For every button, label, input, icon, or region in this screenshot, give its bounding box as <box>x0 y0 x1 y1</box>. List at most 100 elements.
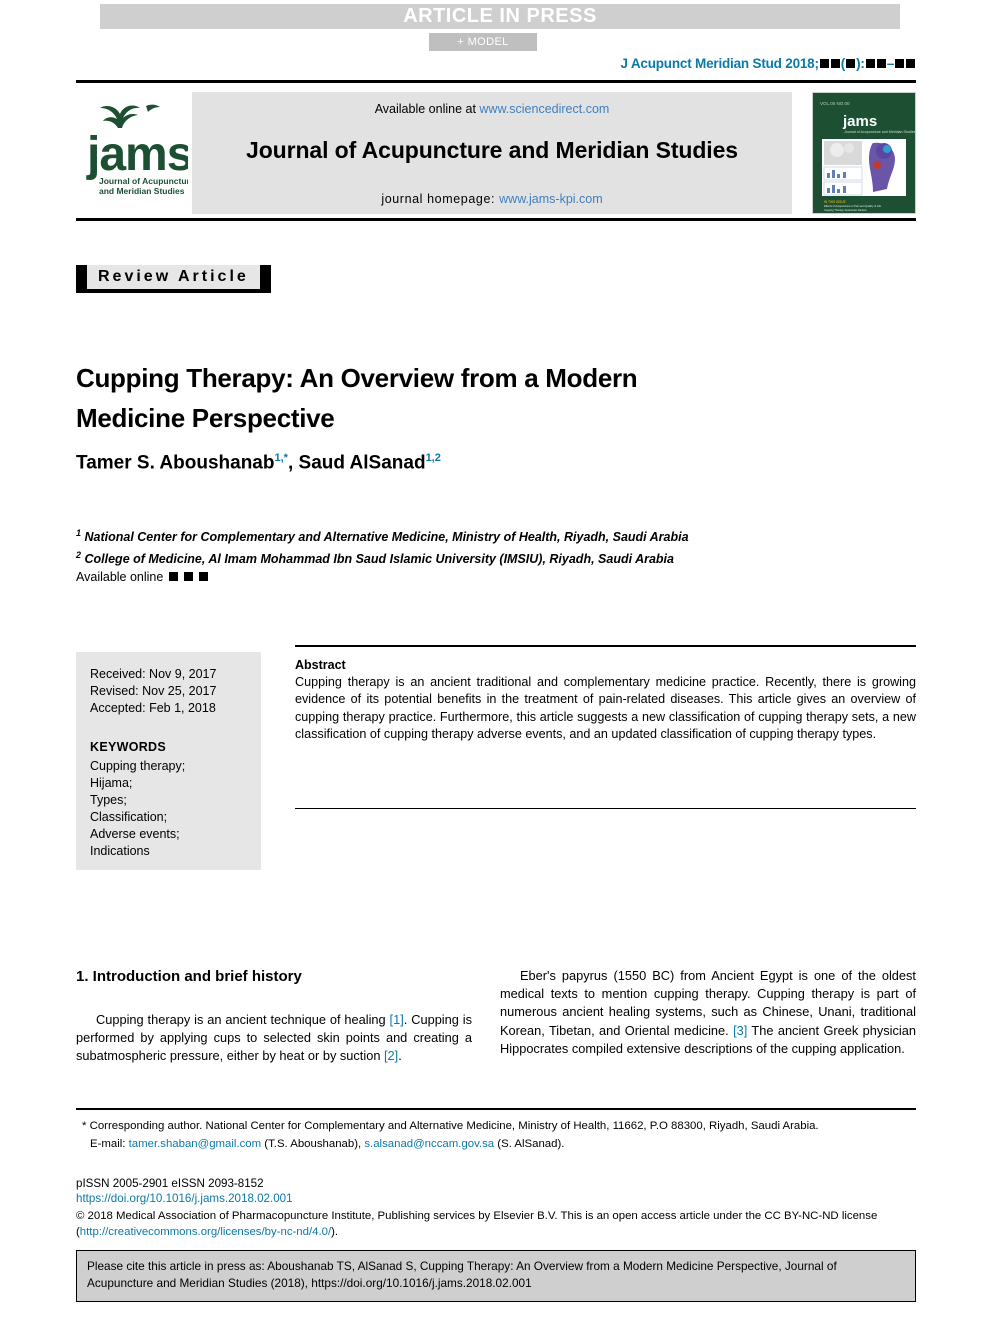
svg-text:Cupping Therapy Systematic Rev: Cupping Therapy Systematic Review <box>824 208 867 212</box>
keyword-item: Cupping therapy; <box>90 759 186 773</box>
citation-notice-text: Please cite this article in press as: Ab… <box>87 1259 837 1290</box>
page-title: Cupping Therapy: An Overview from a Mode… <box>76 363 638 433</box>
author-affiliation-marker-1: 1,* <box>274 452 288 464</box>
model-badge-label: + MODEL <box>457 36 509 48</box>
article-meta-sidebar: Received: Nov 9, 2017 Revised: Nov 25, 2… <box>76 652 261 870</box>
citation-ref-1[interactable]: [1] <box>390 1012 404 1027</box>
corresponding-author-note: * Corresponding author. National Center … <box>76 1118 916 1134</box>
intro-paragraph-left: Cupping therapy is an ancient technique … <box>76 1011 472 1066</box>
affiliation-text-1: National Center for Complementary and Al… <box>84 530 689 545</box>
email-label: E-mail: <box>90 1138 126 1151</box>
intro-paragraph-right: Eber's papyrus (1550 BC) from Ancient Eg… <box>500 967 916 1058</box>
corresponding-author-text: Corresponding author. National Center fo… <box>89 1120 819 1132</box>
svg-text:Journal of Acupuncture and Mer: Journal of Acupuncture and Meridian Stud… <box>844 130 915 134</box>
sciencedirect-link[interactable]: www.sciencedirect.com <box>479 102 609 116</box>
date-accepted: Accepted: Feb 1, 2018 <box>90 701 216 715</box>
svg-text:and Meridian Studies: and Meridian Studies <box>99 186 185 196</box>
footnote-block: * Corresponding author. National Center … <box>76 1118 916 1153</box>
svg-text:Journal of Acupuncture: Journal of Acupuncture <box>99 176 188 186</box>
intro-text-part-1: Cupping therapy is an ancient technique … <box>96 1012 390 1027</box>
svg-text:IN THIS ISSUE: IN THIS ISSUE <box>824 200 846 204</box>
copyright-text-part-2: ). <box>331 1226 339 1239</box>
svg-text:jams: jams <box>86 128 188 181</box>
keyword-item: Types; <box>90 793 127 807</box>
date-revised: Revised: Nov 25, 2017 <box>90 684 217 698</box>
masthead-bottom-rule <box>76 218 916 221</box>
abstract-heading: Abstract <box>295 658 346 672</box>
keywords-heading: KEYWORDS <box>90 740 167 754</box>
available-online-line: Available online at www.sciencedirect.co… <box>192 92 792 116</box>
journal-citation-line: J Acupunct Meridian Stud 2018;(): – <box>621 56 917 71</box>
email-owner-1: (T.S. Aboushanab), <box>264 1138 362 1151</box>
jams-logo: jams Journal of Acupuncture and Meridian… <box>76 92 188 214</box>
email-note: E-mail: tamer.shaban@gmail.com (T.S. Abo… <box>76 1136 916 1152</box>
journal-banner: Available online at www.sciencedirect.co… <box>192 92 792 214</box>
volume-placeholder-1 <box>819 59 829 68</box>
available-online-date-label: Available online <box>76 570 164 585</box>
email-owner-2: (S. AlSanad). <box>497 1138 565 1151</box>
submission-dates: Received: Nov 9, 2017 Revised: Nov 25, 2… <box>90 666 261 717</box>
article-in-press-banner: ARTICLE IN PRESS <box>100 4 900 29</box>
masthead-top-rule <box>76 80 916 83</box>
journal-homepage-line: journal homepage: www.jams-kpi.com <box>192 192 792 206</box>
abstract-bottom-rule <box>295 808 916 809</box>
body-column-right: Eber's papyrus (1550 BC) from Ancient Eg… <box>500 967 916 1058</box>
copyright-notice: © 2018 Medical Association of Pharmacopu… <box>76 1208 916 1241</box>
svg-text:Effects of Acupuncture on Pain: Effects of Acupuncture on Pain and Quali… <box>824 204 882 208</box>
email-link-2[interactable]: s.alsanad@nccam.gov.sa <box>364 1138 494 1150</box>
page-placeholder-3 <box>895 59 904 68</box>
date-received: Received: Nov 9, 2017 <box>90 667 217 681</box>
affiliation-marker-2: 2 <box>76 549 82 560</box>
date-placeholder-3 <box>198 572 208 582</box>
doi-link[interactable]: https://doi.org/10.1016/j.jams.2018.02.0… <box>76 1192 293 1205</box>
keyword-item: Hijama; <box>90 776 133 790</box>
svg-text:VOL.00 NO.00: VOL.00 NO.00 <box>820 101 850 106</box>
author-list: Tamer S. Aboushanab1,*, Saud AlSanad1,2 <box>76 452 441 474</box>
affiliation-text-2: College of Medicine, Al Imam Mohammad Ib… <box>84 551 674 566</box>
journal-homepage-link[interactable]: www.jams-kpi.com <box>499 192 603 206</box>
footer-rule <box>76 1108 916 1110</box>
page-placeholder-1 <box>865 59 875 68</box>
article-in-press-label: ARTICLE IN PRESS <box>403 5 597 27</box>
author-name-2: Saud AlSanad <box>298 452 426 474</box>
journal-masthead: jams Journal of Acupuncture and Meridian… <box>76 92 916 214</box>
keywords-list: Cupping therapy; Hijama; Types; Classifi… <box>90 758 261 860</box>
intro-text-part-3: . <box>398 1048 402 1064</box>
journal-citation-prefix: J Acupunct Meridian Stud 2018; <box>620 56 819 71</box>
article-type-badge: Review Article <box>76 265 271 293</box>
abstract-section: Abstract Cupping therapy is an ancient t… <box>295 658 916 744</box>
citation-ref-2[interactable]: [2] <box>384 1048 398 1063</box>
abstract-top-rule <box>295 645 916 647</box>
volume-placeholder-2 <box>830 59 840 68</box>
jams-logo-icon: jams Journal of Acupuncture and Meridian… <box>86 104 188 196</box>
svg-text:jams: jams <box>842 113 877 130</box>
citation-ref-3[interactable]: [3] <box>733 1023 747 1038</box>
author-name-1: Tamer S. Aboushanab <box>76 452 275 474</box>
available-online-date: Available online <box>76 569 776 587</box>
page-placeholder-4 <box>906 59 915 68</box>
email-link-1[interactable]: tamer.shaban@gmail.com <box>129 1138 262 1150</box>
issue-placeholder <box>846 59 856 68</box>
date-placeholder-2 <box>183 572 193 582</box>
journal-title: Journal of Acupuncture and Meridian Stud… <box>246 137 738 163</box>
article-type-label: Review Article <box>76 265 271 293</box>
journal-homepage-label: journal homepage: <box>381 192 496 206</box>
affiliation-list: 1 National Center for Complementary and … <box>76 525 776 587</box>
keyword-item: Classification; <box>90 810 168 824</box>
model-badge: + MODEL <box>429 33 537 51</box>
section-heading-introduction: 1. Introduction and brief history <box>76 968 302 985</box>
journal-cover-image: VOL.00 NO.00 jams Journal of Acupuncture… <box>813 93 915 213</box>
affiliation-marker-1: 1 <box>76 528 82 538</box>
journal-cover-thumbnail: VOL.00 NO.00 jams Journal of Acupuncture… <box>812 92 916 214</box>
date-placeholder-1 <box>168 572 178 582</box>
corresponding-author-marker: * <box>82 1120 87 1132</box>
citation-notice-box: Please cite this article in press as: Ab… <box>76 1250 916 1302</box>
license-link[interactable]: http://creativecommons.org/licenses/by-n… <box>80 1226 331 1238</box>
keyword-item: Indications <box>90 844 150 858</box>
page-placeholder-2 <box>876 59 886 68</box>
available-online-label: Available online at <box>374 102 476 116</box>
keyword-item: Adverse events; <box>90 827 180 841</box>
issn-line: pISSN 2005-2901 eISSN 2093-8152 <box>76 1177 264 1190</box>
abstract-body: Cupping therapy is an ancient traditiona… <box>295 675 916 742</box>
author-affiliation-marker-2: 1,2 <box>425 452 441 464</box>
